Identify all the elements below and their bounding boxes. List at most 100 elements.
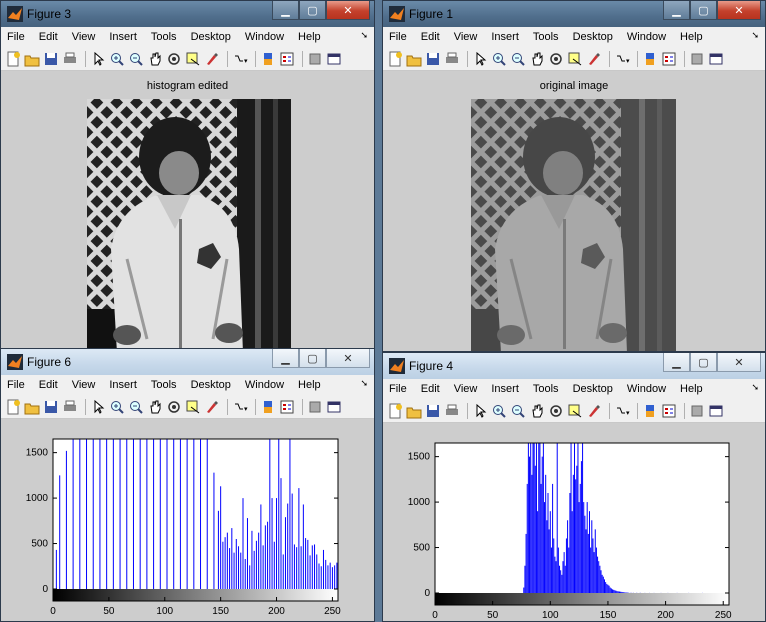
hide-tools-icon[interactable] (689, 51, 705, 67)
menu-view[interactable]: View (454, 31, 478, 43)
menu-desktop[interactable]: Desktop (573, 383, 613, 395)
zoom-in-icon[interactable] (491, 51, 507, 67)
zoom-in-icon[interactable] (109, 399, 125, 415)
print-icon[interactable] (444, 51, 460, 67)
show-tools-icon[interactable] (326, 399, 342, 415)
data-cursor-icon[interactable] (185, 399, 201, 415)
menu-file[interactable]: File (7, 379, 25, 391)
new-figure-icon[interactable] (5, 399, 21, 415)
figure1-titlebar[interactable]: Figure 1 ▁ ▢ ✕ (383, 1, 765, 27)
hide-tools-icon[interactable] (307, 399, 323, 415)
show-tools-icon[interactable] (708, 403, 724, 419)
menu-edit[interactable]: Edit (39, 379, 58, 391)
figure6-titlebar[interactable]: Figure 6 ▁ ▢ ✕ (1, 349, 374, 375)
figure3-titlebar[interactable]: Figure 3 ▁ ▢ ✕ (1, 1, 374, 27)
menu-tools[interactable]: Tools (533, 31, 559, 43)
data-cursor-icon[interactable] (185, 51, 201, 67)
pan-icon[interactable] (147, 399, 163, 415)
pan-icon[interactable] (147, 51, 163, 67)
menu-window[interactable]: Window (245, 379, 284, 391)
pan-icon[interactable] (529, 51, 545, 67)
close-button[interactable]: ✕ (717, 353, 761, 372)
zoom-in-icon[interactable] (491, 403, 507, 419)
menu-file[interactable]: File (389, 31, 407, 43)
link-icon[interactable]: ▾ (614, 51, 630, 67)
link-icon[interactable]: ▾ (614, 403, 630, 419)
minimize-button[interactable]: ▁ (272, 349, 299, 368)
menu-tools[interactable]: Tools (533, 383, 559, 395)
show-tools-icon[interactable] (708, 51, 724, 67)
menu-help[interactable]: Help (298, 379, 321, 391)
legend-icon[interactable] (661, 51, 677, 67)
colorbar-icon[interactable] (260, 399, 276, 415)
menu-help[interactable]: Help (680, 31, 703, 43)
menu-edit[interactable]: Edit (421, 31, 440, 43)
minimize-button[interactable]: ▁ (663, 1, 690, 20)
open-icon[interactable] (406, 403, 422, 419)
hide-tools-icon[interactable] (689, 403, 705, 419)
zoom-out-icon[interactable] (510, 51, 526, 67)
menu-help[interactable]: Help (680, 383, 703, 395)
print-icon[interactable] (62, 399, 78, 415)
pointer-icon[interactable] (472, 403, 488, 419)
menu-view[interactable]: View (72, 31, 96, 43)
pan-icon[interactable] (529, 403, 545, 419)
save-icon[interactable] (43, 51, 59, 67)
menu-insert[interactable]: Insert (491, 31, 519, 43)
menu-tools[interactable]: Tools (151, 379, 177, 391)
menu-overflow-arrow-icon[interactable]: ➘ (360, 30, 368, 41)
link-icon[interactable]: ▾ (232, 399, 248, 415)
menu-overflow-arrow-icon[interactable]: ➘ (751, 382, 759, 393)
pointer-icon[interactable] (90, 51, 106, 67)
maximize-button[interactable]: ▢ (299, 349, 326, 368)
zoom-out-icon[interactable] (510, 403, 526, 419)
open-icon[interactable] (24, 399, 40, 415)
menu-overflow-arrow-icon[interactable]: ➘ (751, 30, 759, 41)
pointer-icon[interactable] (90, 399, 106, 415)
colorbar-icon[interactable] (642, 51, 658, 67)
rotate-3d-icon[interactable] (166, 399, 182, 415)
save-icon[interactable] (425, 403, 441, 419)
menu-insert[interactable]: Insert (491, 383, 519, 395)
colorbar-icon[interactable] (260, 51, 276, 67)
menu-desktop[interactable]: Desktop (573, 31, 613, 43)
menu-file[interactable]: File (7, 31, 25, 43)
menu-desktop[interactable]: Desktop (191, 379, 231, 391)
rotate-3d-icon[interactable] (548, 403, 564, 419)
brush-icon[interactable] (204, 51, 220, 67)
hide-tools-icon[interactable] (307, 51, 323, 67)
data-cursor-icon[interactable] (567, 403, 583, 419)
new-figure-icon[interactable] (387, 403, 403, 419)
menu-file[interactable]: File (389, 383, 407, 395)
print-icon[interactable] (444, 403, 460, 419)
maximize-button[interactable]: ▢ (690, 353, 717, 372)
menu-window[interactable]: Window (627, 31, 666, 43)
menu-insert[interactable]: Insert (109, 379, 137, 391)
brush-icon[interactable] (586, 403, 602, 419)
close-button[interactable]: ✕ (326, 349, 370, 368)
link-icon[interactable]: ▾ (232, 51, 248, 67)
show-tools-icon[interactable] (326, 51, 342, 67)
close-button[interactable]: ✕ (326, 1, 370, 20)
brush-icon[interactable] (586, 51, 602, 67)
pointer-icon[interactable] (472, 51, 488, 67)
figure4-titlebar[interactable]: Figure 4 ▁ ▢ ✕ (383, 353, 765, 379)
menu-help[interactable]: Help (298, 31, 321, 43)
menu-view[interactable]: View (72, 379, 96, 391)
menu-window[interactable]: Window (627, 383, 666, 395)
menu-window[interactable]: Window (245, 31, 284, 43)
zoom-out-icon[interactable] (128, 399, 144, 415)
menu-tools[interactable]: Tools (151, 31, 177, 43)
print-icon[interactable] (62, 51, 78, 67)
minimize-button[interactable]: ▁ (272, 1, 299, 20)
brush-icon[interactable] (204, 399, 220, 415)
colorbar-icon[interactable] (642, 403, 658, 419)
save-icon[interactable] (43, 399, 59, 415)
menu-edit[interactable]: Edit (421, 383, 440, 395)
menu-edit[interactable]: Edit (39, 31, 58, 43)
new-figure-icon[interactable] (387, 51, 403, 67)
legend-icon[interactable] (279, 51, 295, 67)
menu-view[interactable]: View (454, 383, 478, 395)
menu-insert[interactable]: Insert (109, 31, 137, 43)
open-icon[interactable] (406, 51, 422, 67)
